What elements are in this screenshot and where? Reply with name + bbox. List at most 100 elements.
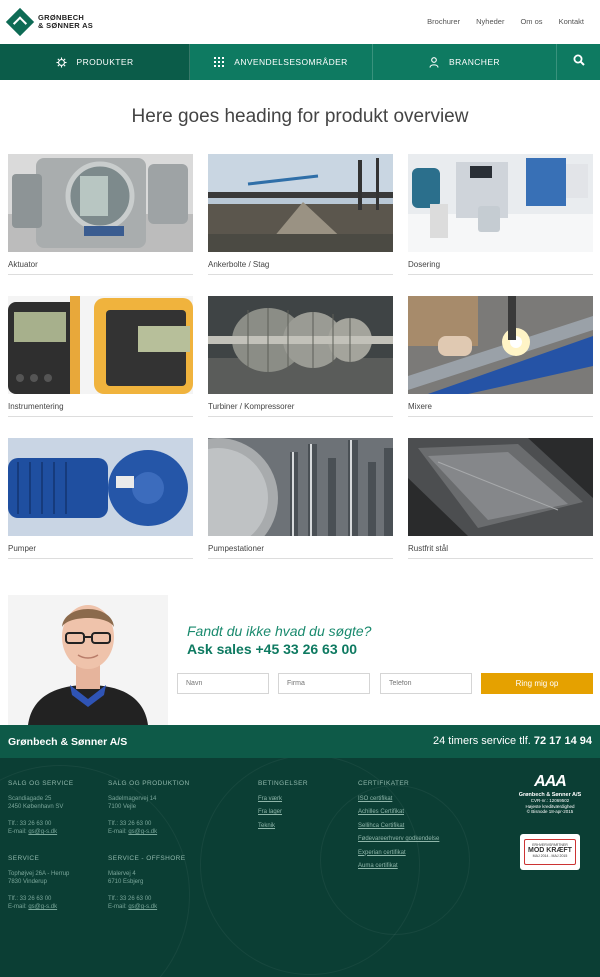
- product-image-mixere: [408, 296, 593, 394]
- email-line: E-mail: gs@g-s.dk: [108, 903, 186, 912]
- tab-anvendelsesomrader[interactable]: ANVENDELSESOMRÅDER: [190, 44, 373, 80]
- footer-col-betingelser: BETINGELSER Fra værk Fra lager Teknik: [258, 780, 308, 835]
- address-line: 7100 Vejle: [108, 804, 137, 810]
- gear-icon: [55, 56, 67, 68]
- product-card-pumper[interactable]: Pumper: [8, 438, 193, 559]
- product-card-pumpestationer[interactable]: Pumpestationer: [208, 438, 393, 559]
- product-label: Instrumentering: [8, 402, 64, 411]
- email-label: E-mail:: [8, 904, 27, 910]
- product-label: Rustfrit stål: [408, 544, 449, 553]
- address-line: Scandiagade 25: [8, 795, 52, 802]
- main-nav: PRODUKTER ANVENDELSESOMRÅDER BRANCHER: [0, 44, 600, 80]
- top-links: Brochurer Nyheder Om os Kontakt: [411, 17, 584, 26]
- link-nyheder[interactable]: Nyheder: [476, 17, 504, 26]
- cancer-badge-inner: ERHVERVSPARTNER MOD KRÆFT MAJ 2014 - MAJ…: [524, 839, 576, 865]
- link-fra-lager[interactable]: Fra lager: [258, 808, 308, 817]
- contact-question: Fandt du ikke hvad du søgte?: [187, 623, 372, 639]
- address-line: Sadelmagervej 14: [108, 795, 157, 802]
- name-field[interactable]: [177, 673, 269, 694]
- link-experian-certifikat[interactable]: Experian certifikat: [358, 849, 439, 858]
- link-achilles-certifikat[interactable]: Achilles Certifikat: [358, 808, 439, 817]
- product-card-aktuator[interactable]: Aktuator: [8, 154, 193, 275]
- page-title: Here goes heading for produkt overview: [131, 106, 469, 127]
- link-brochurer[interactable]: Brochurer: [427, 17, 460, 26]
- cancer-partner-badge[interactable]: ERHVERVSPARTNER MOD KRÆFT MAJ 2014 - MAJ…: [520, 834, 580, 870]
- tab-produkter[interactable]: PRODUKTER: [0, 44, 190, 80]
- product-image-turbiner: [208, 296, 393, 394]
- cancer-badge-line1: ERHVERVSPARTNER: [532, 843, 568, 847]
- ring-mig-op-button[interactable]: Ring mig op: [481, 673, 593, 694]
- footer-col-certifikater: CERTIFIKATER ISO certifikat Achilles Cer…: [358, 780, 439, 876]
- cancer-badge-line3: MAJ 2014 - MAJ 2015: [532, 854, 568, 858]
- phone-line: Tlf.: 33 26 63 00: [108, 895, 152, 902]
- tab-brancher[interactable]: BRANCHER: [373, 44, 557, 80]
- product-label: Turbiner / Kompressorer: [208, 402, 295, 411]
- logo[interactable]: GRØNBECH & SØNNER AS: [5, 7, 94, 37]
- email-link[interactable]: gs@g-s.dk: [128, 829, 157, 835]
- email-label: E-mail:: [108, 829, 127, 835]
- email-link[interactable]: gs@g-s.dk: [128, 904, 157, 910]
- email-line: E-mail: gs@g-s.dk: [8, 903, 69, 912]
- firm-field[interactable]: [278, 673, 370, 694]
- tab-anvendelsesomrader-label: ANVENDELSESOMRÅDER: [234, 57, 348, 67]
- tab-produkter-label: PRODUKTER: [76, 57, 134, 67]
- email-label: E-mail:: [8, 829, 27, 835]
- product-image-instrumentering: [8, 296, 193, 394]
- product-image-pumpestationer: [208, 438, 393, 536]
- aaa-rating-badge[interactable]: AAA Grønbech & Sønner A/S CVR-nr.: 12069…: [512, 773, 588, 823]
- footer-heading: SALG OG PRODUKTION: [108, 780, 190, 787]
- address-line: Tophøjvej 26A - Herrup: [8, 870, 70, 877]
- service-phone[interactable]: 72 17 14 94: [534, 735, 592, 747]
- phone-line: Tlf.: 33 26 63 00: [8, 820, 52, 827]
- email-line: E-mail: gs@g-s.dk: [8, 828, 73, 837]
- link-kontakt[interactable]: Kontakt: [559, 17, 584, 26]
- link-fra-vaerk[interactable]: Fra værk: [258, 795, 308, 804]
- footer-col-salg-produktion: SALG OG PRODUKTION Sadelmagervej 14 7100…: [108, 780, 190, 837]
- product-card-ankerbolte[interactable]: Ankerbolte / Stag: [208, 154, 393, 275]
- search-button[interactable]: [557, 44, 600, 80]
- product-card-mixere[interactable]: Mixere: [408, 296, 593, 417]
- user-icon: [429, 56, 439, 68]
- footer-heading: CERTIFIKATER: [358, 780, 410, 787]
- link-fodevareerhverv[interactable]: Fødevareerhverv godkendelse: [358, 835, 439, 844]
- product-card-turbiner[interactable]: Turbiner / Kompressorer: [208, 296, 393, 417]
- link-teknik[interactable]: Teknik: [258, 822, 308, 831]
- product-card-rustfrit-stal[interactable]: Rustfrit stål: [408, 438, 593, 559]
- link-auma-certifikat[interactable]: Auma certifikat: [358, 862, 439, 871]
- footer-heading: SERVICE - OFFSHORE: [108, 855, 186, 862]
- address-line: 2450 København SV: [8, 804, 64, 810]
- address-line: 6710 Esbjerg: [108, 879, 144, 885]
- email-link[interactable]: gs@g-s.dk: [28, 829, 57, 835]
- product-image-pumper: [8, 438, 193, 536]
- top-header: GRØNBECH & SØNNER AS Brochurer Nyheder O…: [0, 0, 600, 44]
- footer-heading: SALG OG SERVICE: [8, 780, 74, 787]
- footer-heading: SERVICE: [8, 855, 40, 862]
- link-sellihca-certifikat[interactable]: Sellihca Certifikat: [358, 822, 439, 831]
- phone-line: Tlf.: 33 26 63 00: [108, 820, 152, 827]
- product-image-ankerbolte: [208, 154, 393, 252]
- email-link[interactable]: gs@g-s.dk: [28, 904, 57, 910]
- product-label: Mixere: [408, 402, 433, 411]
- cancer-badge-line2: MOD KRÆFT: [528, 847, 572, 854]
- product-image-dosering: [408, 154, 593, 252]
- product-card-instrumentering[interactable]: Instrumentering: [8, 296, 193, 417]
- product-label: Ankerbolte / Stag: [208, 260, 270, 269]
- footer-col-salg-service: SALG OG SERVICE Scandiagade 25 2450 Købe…: [8, 780, 73, 837]
- tab-brancher-label: BRANCHER: [449, 57, 500, 67]
- contact-sales-phone: Ask sales +45 33 26 63 00: [187, 641, 358, 657]
- product-image-aktuator: [8, 154, 193, 252]
- link-om-os[interactable]: Om os: [520, 17, 542, 26]
- product-label: Dosering: [408, 260, 441, 269]
- product-card-dosering[interactable]: Dosering: [408, 154, 593, 275]
- product-grid: Aktuator Ankerbolte / Stag Dosering Inst…: [8, 154, 593, 559]
- phone-field[interactable]: [380, 673, 472, 694]
- footer-heading: BETINGELSER: [258, 780, 308, 787]
- logo-mark-icon: [5, 7, 35, 37]
- address-line: Malervej 4: [108, 870, 136, 877]
- link-iso-certifikat[interactable]: ISO certifikat: [358, 795, 439, 804]
- footer-col-service-offshore: SERVICE - OFFSHORE Malervej 4 6710 Esbje…: [108, 855, 186, 912]
- logo-line2: & SØNNER AS: [38, 21, 94, 30]
- aaa-rating: AAA: [534, 773, 567, 790]
- email-line: E-mail: gs@g-s.dk: [108, 828, 190, 837]
- grid-icon: [214, 57, 225, 67]
